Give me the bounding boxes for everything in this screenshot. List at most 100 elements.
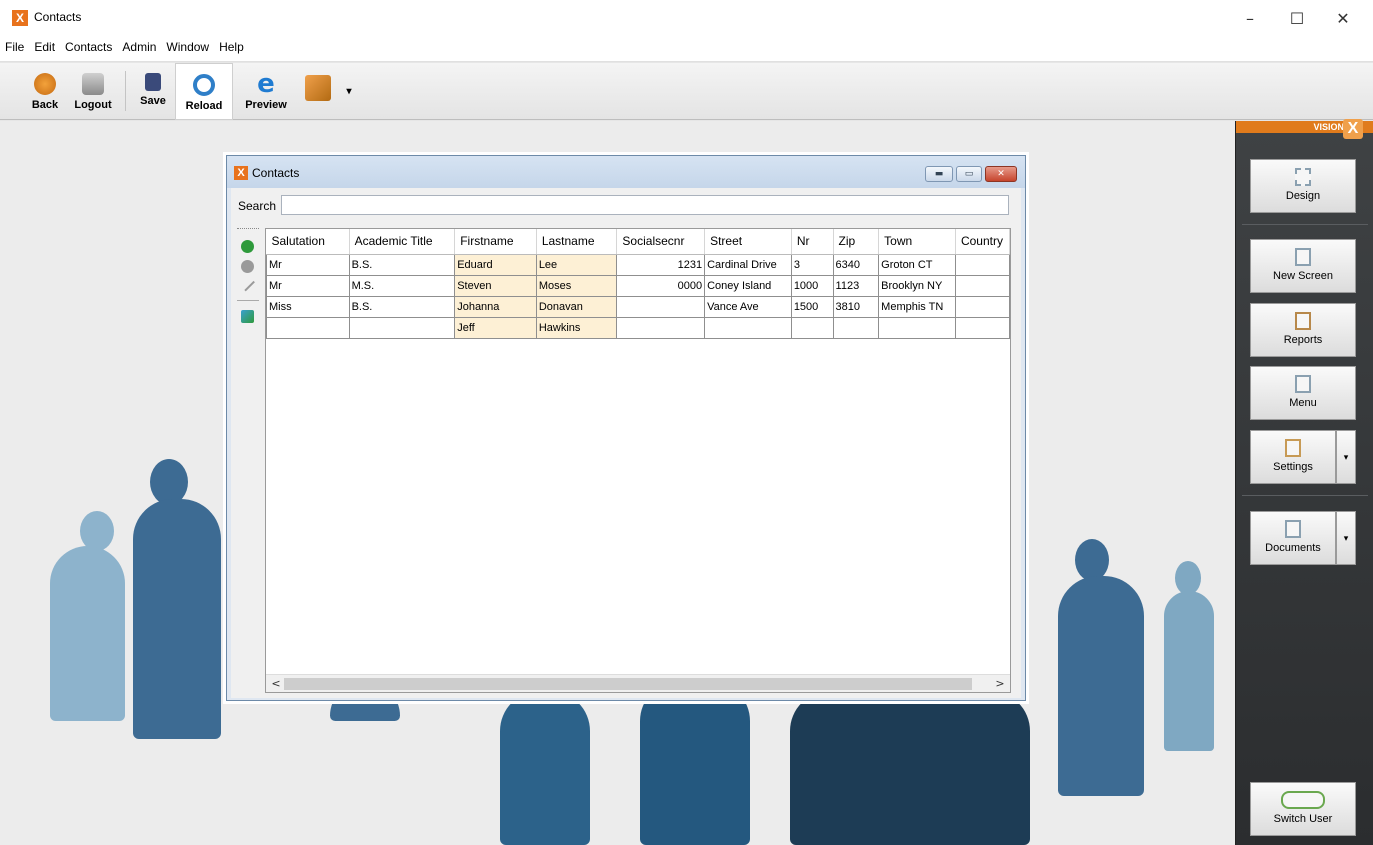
table-cell[interactable]: Moses: [535, 274, 618, 297]
window-close-button[interactable]: ✕: [985, 166, 1017, 182]
menu-help[interactable]: Help: [214, 40, 249, 54]
table-cell[interactable]: Vance Ave: [704, 295, 792, 318]
table-cell[interactable]: 3810: [832, 295, 880, 318]
preview-button[interactable]: e Preview: [240, 63, 292, 120]
column-header-salutation[interactable]: Salutation: [266, 229, 350, 255]
window-minimize-button[interactable]: ▬: [925, 166, 953, 182]
edit-record-icon[interactable]: [240, 276, 255, 292]
column-header-nr[interactable]: Nr: [791, 229, 834, 255]
column-header-socialsecnr[interactable]: Socialsecnr: [616, 229, 706, 255]
table-cell[interactable]: [348, 316, 456, 339]
table-row[interactable]: Jeff Hawkins: [266, 316, 1010, 339]
table-cell[interactable]: [954, 274, 1010, 297]
column-header-street[interactable]: Street: [704, 229, 792, 255]
logout-label: Logout: [74, 99, 112, 111]
reports-button[interactable]: Reports: [1250, 303, 1356, 357]
table-row[interactable]: Miss B.S. Johanna Donavan Vance Ave 1500…: [266, 295, 1010, 318]
table-cell[interactable]: Mr: [266, 253, 350, 276]
close-button[interactable]: ✕: [1323, 8, 1363, 30]
horizontal-scrollbar[interactable]: < >: [266, 674, 1010, 692]
maximize-button[interactable]: ☐: [1277, 8, 1317, 30]
minimize-button[interactable]: –: [1230, 8, 1270, 30]
table-cell[interactable]: [704, 316, 792, 339]
table-cell[interactable]: 3: [790, 253, 834, 276]
table-cell[interactable]: 1500: [790, 295, 834, 318]
menu-edit[interactable]: Edit: [29, 40, 60, 54]
table-cell[interactable]: Jeff: [454, 316, 537, 339]
delete-record-icon[interactable]: [241, 260, 254, 273]
settings-button[interactable]: Settings: [1250, 430, 1336, 484]
table-cell[interactable]: Mr: [266, 274, 350, 297]
new-screen-button[interactable]: New Screen: [1250, 239, 1356, 293]
table-cell[interactable]: Coney Island: [704, 274, 792, 297]
design-button[interactable]: Design: [1250, 159, 1356, 213]
settings-label: Settings: [1273, 461, 1313, 473]
contacts-window-titlebar[interactable]: X Contacts ▬ ▭ ✕: [227, 156, 1025, 188]
column-header-lastname[interactable]: Lastname: [536, 229, 618, 255]
documents-button[interactable]: Documents: [1250, 511, 1336, 565]
table-cell[interactable]: Memphis TN: [878, 295, 956, 318]
export-record-icon[interactable]: [241, 310, 254, 323]
table-cell[interactable]: 1231: [616, 253, 706, 276]
add-record-icon[interactable]: [241, 240, 254, 253]
column-header-firstname[interactable]: Firstname: [454, 229, 537, 255]
table-cell[interactable]: [616, 295, 706, 318]
window-restore-button[interactable]: ▭: [956, 166, 982, 182]
search-input[interactable]: [281, 195, 1009, 215]
documents-dropdown[interactable]: ▾: [1336, 511, 1356, 565]
table-cell[interactable]: B.S.: [348, 253, 456, 276]
column-header-town[interactable]: Town: [878, 229, 956, 255]
switch-user-button[interactable]: Switch User: [1250, 782, 1356, 836]
table-cell[interactable]: Groton CT: [878, 253, 956, 276]
column-header-country[interactable]: Country: [955, 229, 1010, 255]
menu-admin[interactable]: Admin: [117, 40, 161, 54]
back-button[interactable]: Back: [26, 63, 64, 120]
table-cell[interactable]: [954, 316, 1010, 339]
table-cell[interactable]: Miss: [266, 295, 350, 318]
table-cell[interactable]: [616, 316, 706, 339]
table-cell[interactable]: [954, 295, 1010, 318]
table-cell[interactable]: [266, 316, 350, 339]
toolbar-more-dropdown[interactable]: ▾: [342, 63, 356, 120]
scrollbar-thumb[interactable]: [284, 678, 972, 690]
save-button[interactable]: Save: [134, 63, 172, 120]
menu-file[interactable]: File: [0, 40, 29, 54]
table-cell[interactable]: 0000: [616, 274, 706, 297]
settings-dropdown[interactable]: ▾: [1336, 430, 1356, 484]
reload-icon: [193, 74, 215, 96]
menu-button[interactable]: Menu: [1250, 366, 1356, 420]
menu-contacts[interactable]: Contacts: [60, 40, 117, 54]
table-cell[interactable]: Eduard: [454, 253, 537, 276]
logout-button[interactable]: Logout: [68, 63, 118, 120]
table-cell[interactable]: Brooklyn NY: [878, 274, 956, 297]
table-cell[interactable]: [878, 316, 956, 339]
table-cell[interactable]: Johanna: [454, 295, 537, 318]
save-icon: [145, 73, 161, 91]
column-header-academic-title[interactable]: Academic Title: [349, 229, 456, 255]
table-cell[interactable]: 6340: [832, 253, 880, 276]
tools-button[interactable]: [298, 63, 338, 120]
table-cell[interactable]: [790, 316, 834, 339]
table-cell[interactable]: 1000: [790, 274, 834, 297]
table-cell[interactable]: Donavan: [535, 295, 618, 318]
scroll-left-icon[interactable]: <: [268, 675, 284, 692]
table-row[interactable]: Mr M.S. Steven Moses 0000 Coney Island 1…: [266, 274, 1010, 297]
table-cell[interactable]: B.S.: [348, 295, 456, 318]
scroll-right-icon[interactable]: >: [992, 675, 1008, 692]
menu-window[interactable]: Window: [161, 40, 214, 54]
table-cell[interactable]: Hawkins: [535, 316, 618, 339]
table-cell[interactable]: Cardinal Drive: [704, 253, 792, 276]
toolbar-separator: [125, 71, 126, 111]
table-cell[interactable]: [954, 253, 1010, 276]
reload-button[interactable]: Reload: [175, 63, 233, 120]
table-cell[interactable]: Lee: [535, 253, 618, 276]
search-label: Search: [238, 199, 277, 213]
table-cell[interactable]: Steven: [454, 274, 537, 297]
table-cell[interactable]: 1123: [832, 274, 880, 297]
table-row[interactable]: Mr B.S. Eduard Lee 1231 Cardinal Drive 3…: [266, 253, 1010, 276]
menu-label: Menu: [1289, 397, 1317, 409]
table-cell[interactable]: [832, 316, 880, 339]
column-header-zip[interactable]: Zip: [833, 229, 880, 255]
design-label: Design: [1285, 190, 1321, 202]
table-cell[interactable]: M.S.: [348, 274, 456, 297]
